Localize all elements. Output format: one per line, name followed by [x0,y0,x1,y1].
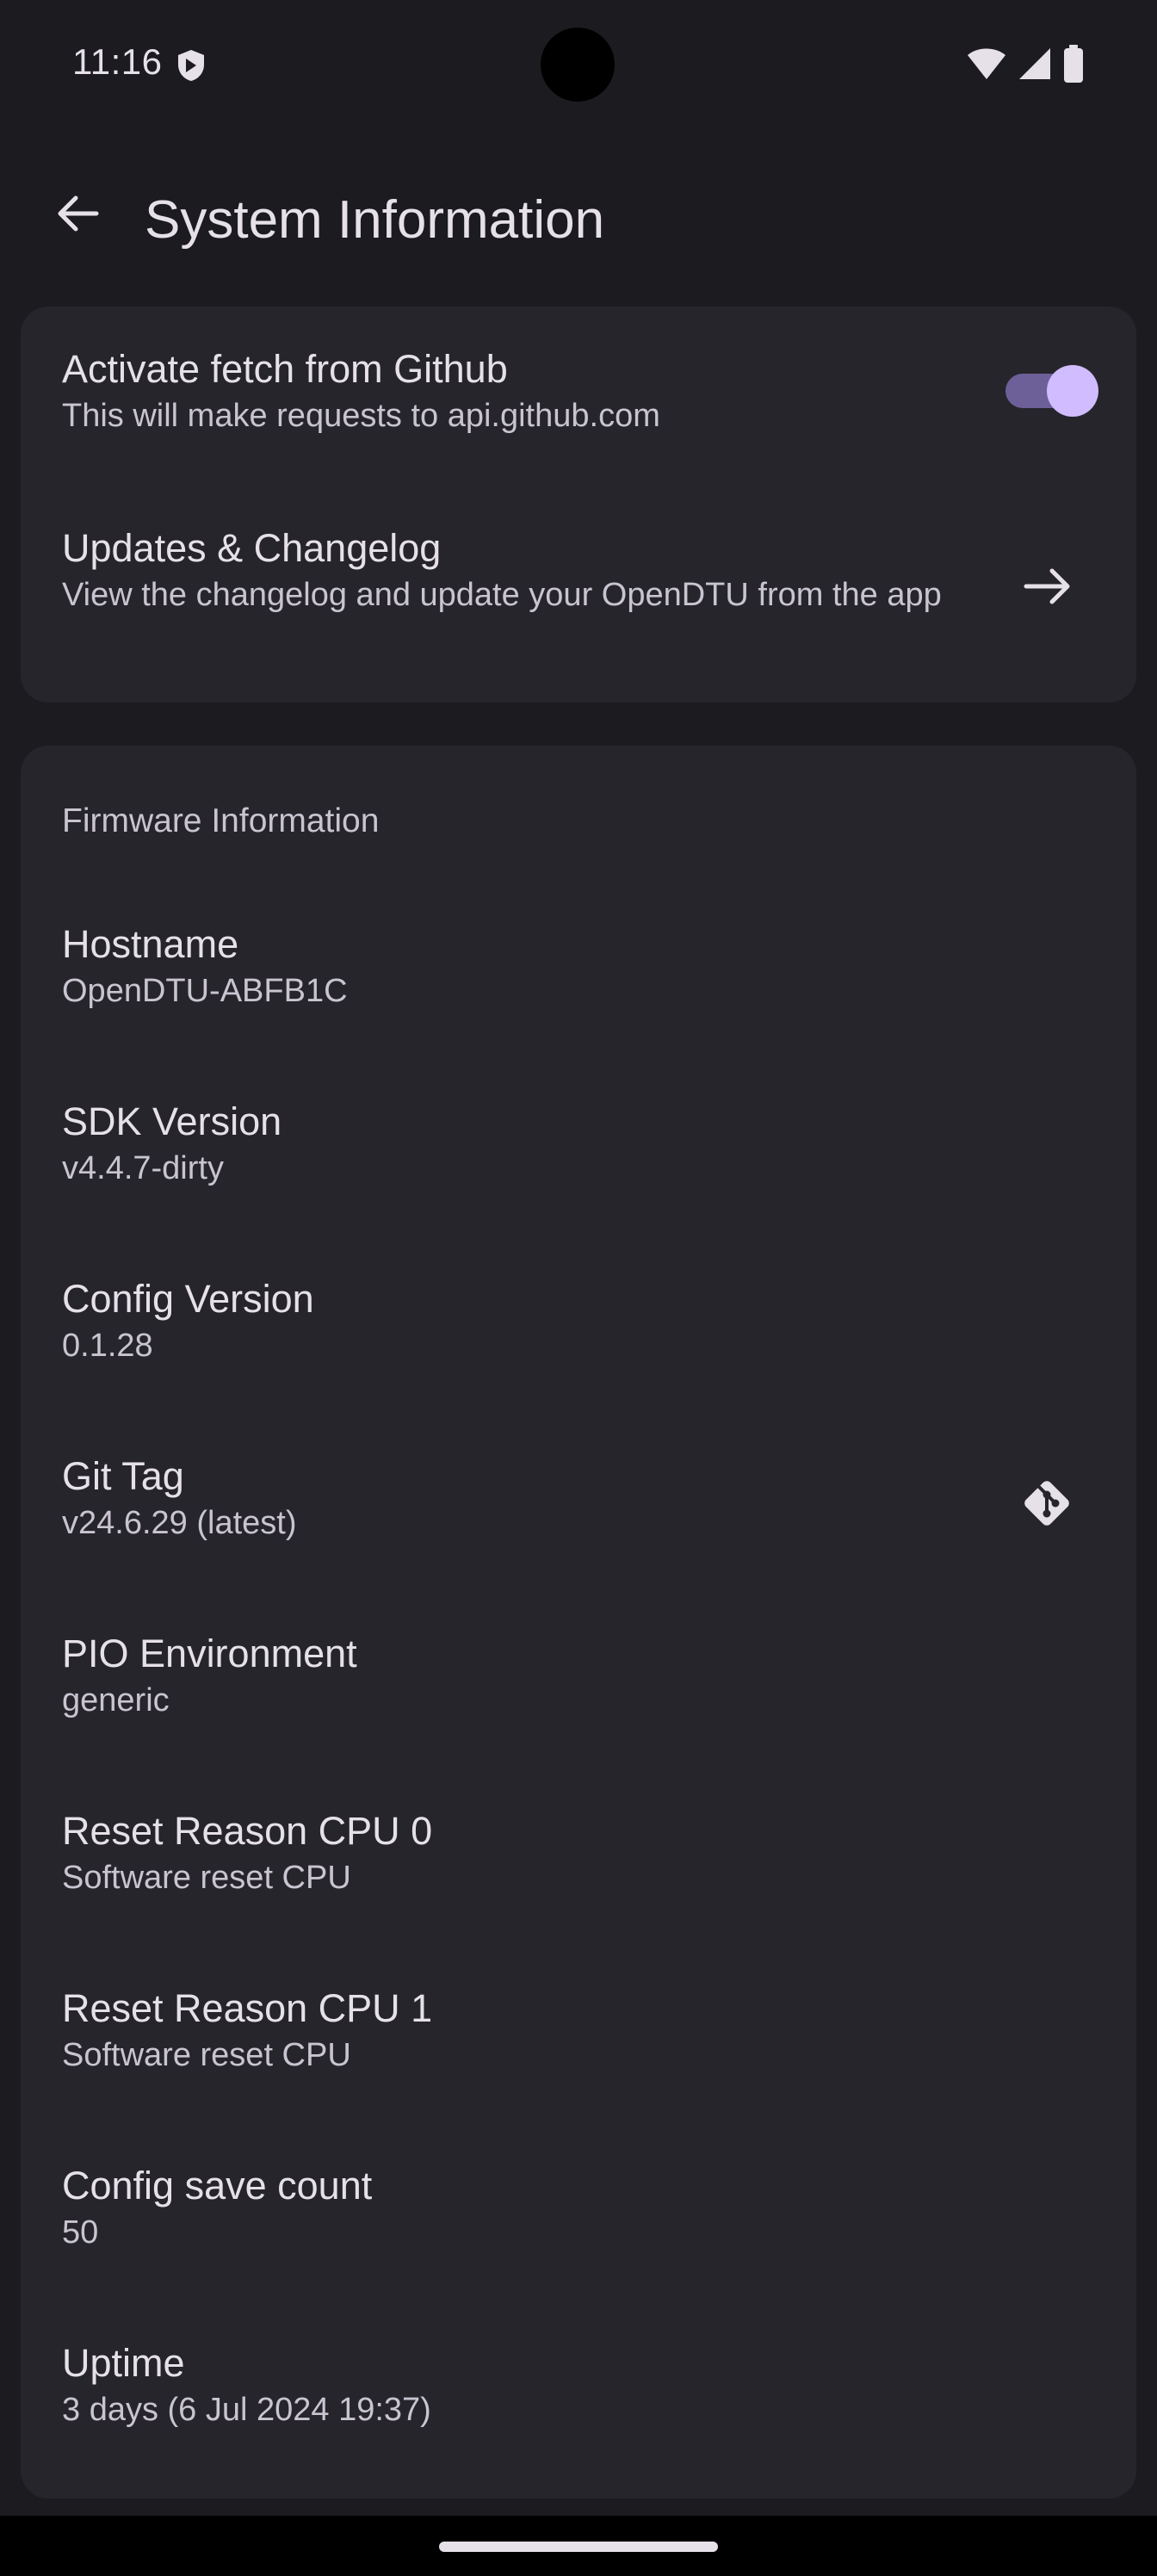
info-value: 0.1.28 [62,1328,153,1364]
info-title: Config Version [62,1277,314,1321]
arrow-right-icon[interactable] [1019,558,1076,615]
info-row-git-tag[interactable]: Git Tag v24.6.29 (latest) [62,1452,981,1545]
info-value: v4.4.7-dirty [62,1150,224,1186]
info-value: Software reset CPU [62,1860,351,1896]
info-row-uptime: Uptime 3 days (6 Jul 2024 19:37) [62,2338,1095,2431]
back-button[interactable] [43,181,112,250]
firmware-info-card: Firmware Information Hostname OpenDTU-AB… [21,746,1136,2499]
updates-title: Updates & Changelog [62,526,442,570]
info-title: PIO Environment [62,1632,357,1675]
github-settings-card: Activate fetch from Github This will mak… [21,307,1136,703]
app-bar: System Information [0,164,1157,258]
git-icon[interactable] [1018,1474,1076,1533]
info-title: Uptime [62,2341,185,2385]
info-title: Reset Reason CPU 0 [62,1809,433,1853]
info-title: Config save count [62,2164,373,2208]
shield-icon [176,48,207,83]
info-row-reset-reason-cpu0: Reset Reason CPU 0 Software reset CPU [62,1806,1095,1899]
github-fetch-toggle[interactable] [1005,362,1098,417]
battery-icon [1062,45,1085,87]
updates-subtitle: View the changelog and update your OpenD… [62,577,942,613]
info-row-config-version: Config Version 0.1.28 [62,1274,1095,1367]
info-value: OpenDTU-ABFB1C [62,973,348,1009]
updates-changelog-row[interactable]: Updates & Changelog View the changelog a… [62,523,981,616]
info-value: 3 days (6 Jul 2024 19:37) [62,2392,431,2428]
info-title: Hostname [62,922,239,966]
toggle-thumb [1047,365,1098,417]
camera-cutout [541,28,615,102]
info-value: v24.6.29 (latest) [62,1505,297,1541]
github-fetch-title: Activate fetch from Github [62,347,508,391]
status-bar: 11:16 [0,0,1157,129]
info-title: Git Tag [62,1454,184,1498]
wifi-icon [966,46,1007,85]
status-time: 11:16 [72,41,163,82]
info-value: generic [62,1682,170,1718]
info-row-hostname: Hostname OpenDTU-ABFB1C [62,920,1095,1012]
signal-icon [1018,46,1052,85]
info-row-sdk-version: SDK Version v4.4.7-dirty [62,1097,1095,1190]
info-title: SDK Version [62,1099,282,1143]
info-value: Software reset CPU [62,2037,351,2073]
section-title: Firmware Information [62,802,380,839]
status-icons [966,45,1085,87]
arrow-left-icon [53,189,102,242]
info-row-pio-environment: PIO Environment generic [62,1629,1095,1722]
gesture-handle[interactable] [439,2542,718,2552]
info-row-config-save-count: Config save count 50 [62,2161,1095,2254]
info-title: Reset Reason CPU 1 [62,1986,433,2030]
github-fetch-subtitle: This will make requests to api.github.co… [62,398,660,434]
info-value: 50 [62,2214,99,2251]
page-title: System Information [145,190,605,250]
github-fetch-row[interactable]: Activate fetch from Github This will mak… [62,344,964,437]
info-row-reset-reason-cpu1: Reset Reason CPU 1 Software reset CPU [62,1984,1095,2077]
